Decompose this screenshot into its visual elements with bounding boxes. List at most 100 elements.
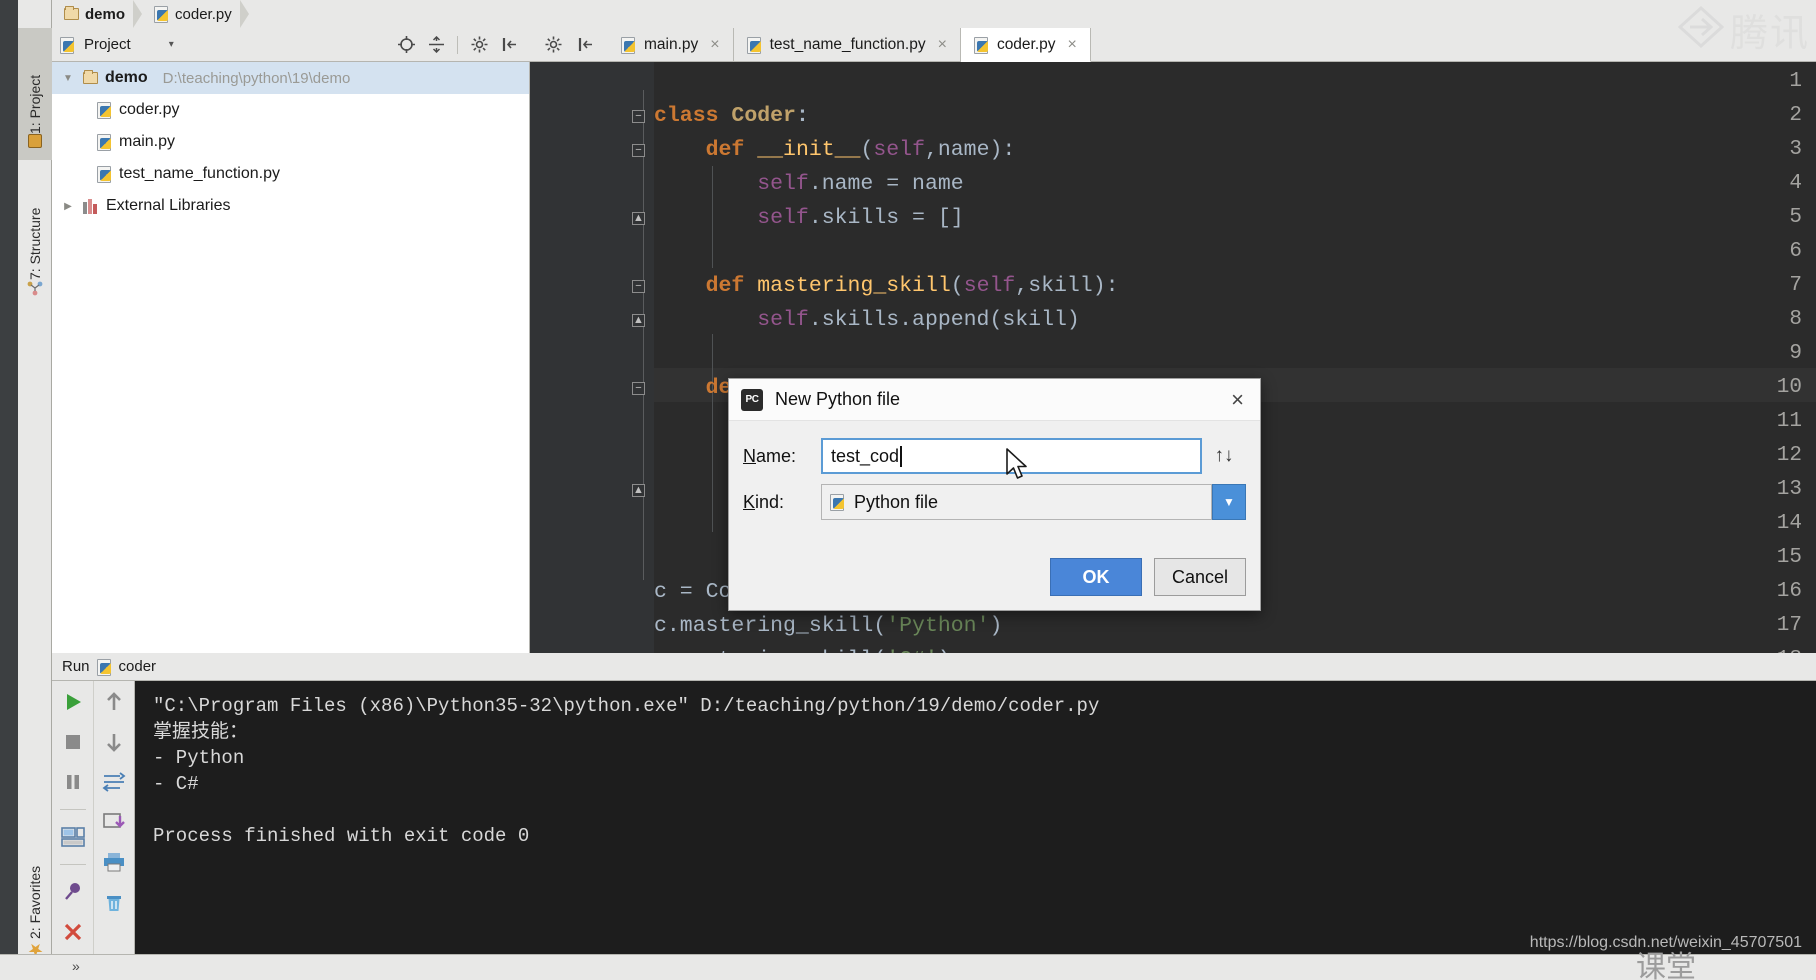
chevron-down-icon[interactable]: ▼ [1212,484,1246,520]
locate-icon[interactable] [397,36,415,54]
close-icon[interactable]: × [1227,388,1248,411]
fold-marker-init[interactable]: − [632,144,645,157]
tree-item-main[interactable]: main.py [52,126,529,158]
project-icon [28,134,42,148]
line-number: 5 [1789,206,1802,229]
trash-icon[interactable] [101,889,127,915]
tree-item-test-name-function-label: test_name_function.py [119,165,280,182]
python-file-icon [154,6,169,23]
export-icon[interactable] [101,809,127,835]
fold-region-line [643,90,644,580]
cancel-button[interactable]: Cancel [1154,558,1246,596]
name-label-mnemonic: N [743,445,756,466]
indent-guide [712,402,713,532]
kind-select[interactable]: Python file [821,484,1212,520]
layout-icon[interactable] [60,824,86,850]
fold-marker-mastering[interactable]: − [632,280,645,293]
ok-button[interactable]: OK [1050,558,1142,596]
structure-icon [27,280,43,296]
editor-tab-coder[interactable]: coder.py × [960,28,1091,62]
console-line: - C# [153,773,199,795]
tree-item-external-libraries[interactable]: ▶ External Libraries [52,190,529,222]
tree-item-main-label: main.py [119,133,176,150]
code-line: def mastering_skill(self,skill): [705,274,1119,298]
editor-tab-bar: main.py × test_name_function.py × coder.… [530,28,1816,62]
python-file-icon [746,36,762,54]
editor-tab-main-label: main.py [644,35,699,53]
line-number: 10 [1776,376,1802,399]
hide-icon[interactable] [576,36,594,54]
code-line: c = Co [654,580,732,604]
new-python-file-dialog[interactable]: PC New Python file × Name: test_cod ↑↓ K… [728,378,1261,611]
pause-icon[interactable] [60,769,86,795]
python-file-icon [97,134,112,151]
expand-status-icon[interactable]: » [72,958,80,974]
breadcrumb-separator [133,0,143,28]
project-view-icon [60,37,76,54]
tree-item-coder[interactable]: coder.py [52,94,529,126]
down-arrow-icon[interactable] [101,729,127,755]
tool-window-tab-structure-label: 7: Structure [27,207,43,280]
editor-gutter[interactable] [530,62,634,653]
print-icon[interactable] [101,849,127,875]
tree-twisty-external-libraries[interactable]: ▶ [60,201,76,212]
tool-window-tab-project[interactable]: 1: Project [18,28,52,160]
tree-item-demo-path: D:\teaching\python\19\demo [162,69,351,87]
close-icon[interactable] [60,919,86,945]
editor-tab-test-name-function[interactable]: test_name_function.py × [733,28,961,62]
tool-window-tab-favorites-label: 2: Favorites [27,865,43,939]
fold-marker-mastering-end[interactable]: ▲ [632,314,645,327]
left-tool-window-bar-inner: 1: Project 7: Structure ★ 2: Favorites [18,0,52,980]
line-number: 17 [1776,614,1802,637]
line-number: 13 [1776,478,1802,501]
toolbar-divider [59,864,86,865]
tree-twisty-demo[interactable]: ▼ [60,73,76,84]
settings-gear-icon[interactable] [544,36,562,54]
breadcrumb-item-demo-label: demo [85,5,126,23]
run-toolbar-column-left [52,681,93,980]
editor-tab-coder-label: coder.py [996,35,1056,53]
tencent-watermark-text: 腾讯 [1729,11,1810,55]
python-file-icon [97,166,112,183]
close-icon[interactable]: × [1068,36,1077,54]
close-icon[interactable]: × [938,36,947,54]
editor-tab-main[interactable]: main.py × [608,28,734,62]
console-line: - Python [153,747,245,769]
tree-item-demo[interactable]: ▼ demo D:\teaching\python\19\demo [52,62,529,94]
pycharm-window: 1: Project 7: Structure ★ 2: Favorites d… [0,0,1816,980]
breadcrumb-item-demo[interactable]: demo [52,0,133,28]
project-tree[interactable]: ▼ demo D:\teaching\python\19\demo coder.… [52,62,530,653]
fold-marker-init-end[interactable]: ▲ [632,212,645,225]
line-number: 15 [1776,546,1802,569]
hide-icon[interactable] [500,36,518,54]
tool-window-tab-project-label: 1: Project [27,74,43,134]
fold-marker-class[interactable]: − [632,110,645,123]
pin-icon[interactable] [60,879,86,905]
chevron-down-icon[interactable]: ▾ [169,39,174,50]
tool-window-tab-structure[interactable]: 7: Structure [18,166,52,308]
close-icon[interactable]: × [710,36,719,54]
history-updown-icon[interactable]: ↑↓ [1202,445,1246,467]
tree-item-test-name-function[interactable]: test_name_function.py [52,158,529,190]
line-number: 11 [1776,410,1802,433]
library-icon [83,198,99,214]
fold-marker-show-end[interactable]: ▲ [632,484,645,497]
console-line: 掌握技能： [153,721,249,743]
stop-icon[interactable] [60,729,86,755]
python-file-icon [830,494,845,511]
line-number: 12 [1776,444,1802,467]
python-file-icon [973,36,989,54]
breadcrumb-item-coder[interactable]: coder.py [142,0,240,28]
tool-window-tab-favorites[interactable]: ★ 2: Favorites [18,840,52,972]
kind-row: Kind: Python file ▼ [743,479,1246,525]
settings-gear-icon[interactable] [470,36,488,54]
run-tool-window: Run coder "C:\Program Files (x86)\Python… [52,653,1816,980]
expand-collapse-icon[interactable] [427,36,445,54]
run-configuration-name: coder [118,658,157,675]
up-arrow-icon[interactable] [101,689,127,715]
fold-marker-show[interactable]: − [632,382,645,395]
pycharm-icon: PC [741,388,763,411]
soft-wrap-icon[interactable] [101,769,127,795]
run-icon[interactable] [60,689,86,715]
name-input[interactable]: test_cod [821,438,1202,474]
